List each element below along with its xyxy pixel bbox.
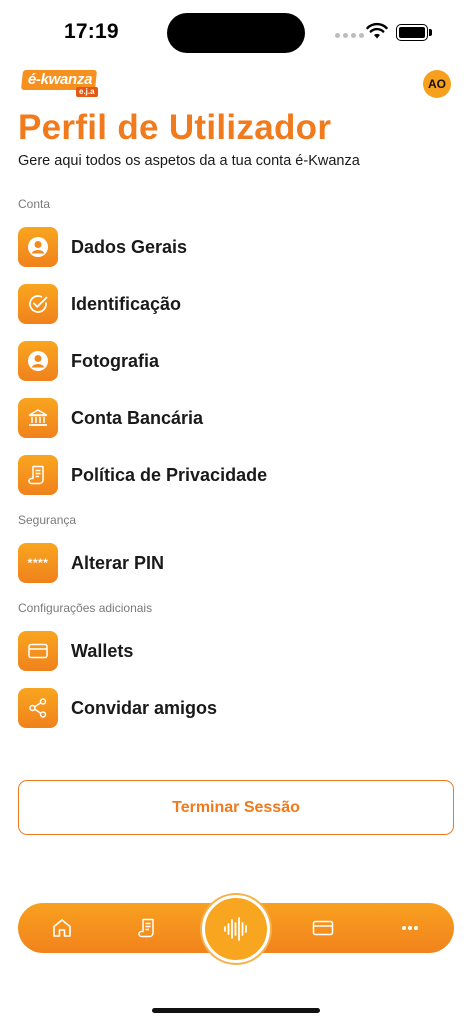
section-label-seguranca: Segurança [18,513,77,527]
status-time: 17:19 [64,20,119,43]
document-icon [18,455,58,495]
menu-item-alterar-pin[interactable]: **** Alterar PIN [18,541,454,585]
status-bar: 17:19 [0,0,472,64]
menu-label: Identificação [71,293,182,314]
nav-home[interactable] [40,903,84,953]
menu-item-fotografia[interactable]: Fotografia [18,339,454,383]
card-icon [18,631,58,671]
menu-item-dados-gerais[interactable]: Dados Gerais [18,225,454,269]
nav-cards[interactable] [301,903,345,953]
share-icon [18,688,58,728]
user-circle-icon [18,341,58,381]
voice-wave-icon [224,917,247,941]
page-subtitle: Gere aqui todos os aspetos da a tua cont… [18,153,360,169]
check-badge-icon [18,284,58,324]
section-label-configuracoes: Configurações adicionais [18,601,153,615]
logout-button[interactable]: Terminar Sessão [18,780,454,835]
signal-icon [335,33,364,38]
voice-button[interactable] [202,895,270,963]
ekwanza-logo: é-kwanza e.j.a [20,70,98,97]
menu-label: Fotografia [71,350,159,371]
avatar[interactable]: AO [423,70,451,98]
page-title: Perfil de Utilizador [18,108,332,147]
card-icon [312,920,334,936]
menu-label: Dados Gerais [71,236,188,257]
nav-more[interactable] [388,903,432,953]
menu-item-wallets[interactable]: Wallets [18,629,454,673]
home-indicator [152,1008,320,1013]
more-icon [402,926,418,930]
wifi-icon [366,22,388,39]
menu-item-identificacao[interactable]: Identificação [18,282,454,326]
nav-receipts[interactable] [126,903,170,953]
menu-item-politica-privacidade[interactable]: Política de Privacidade [18,453,454,497]
menu-item-conta-bancaria[interactable]: Conta Bancária [18,396,454,440]
section-label-conta: Conta [18,197,51,211]
home-icon [53,919,71,937]
menu-item-convidar-amigos[interactable]: Convidar amigos [18,686,454,730]
menu-label: Política de Privacidade [71,464,268,485]
battery-icon [396,24,432,41]
bank-icon [18,398,58,438]
user-circle-icon [18,227,58,267]
menu-label: Conta Bancária [71,407,204,428]
receipt-icon [138,918,154,938]
menu-label: Wallets [71,640,134,661]
menu-label: Alterar PIN [71,552,165,573]
pin-icon: **** [18,543,58,583]
menu-label: Convidar amigos [71,697,218,718]
dynamic-island [167,13,305,53]
